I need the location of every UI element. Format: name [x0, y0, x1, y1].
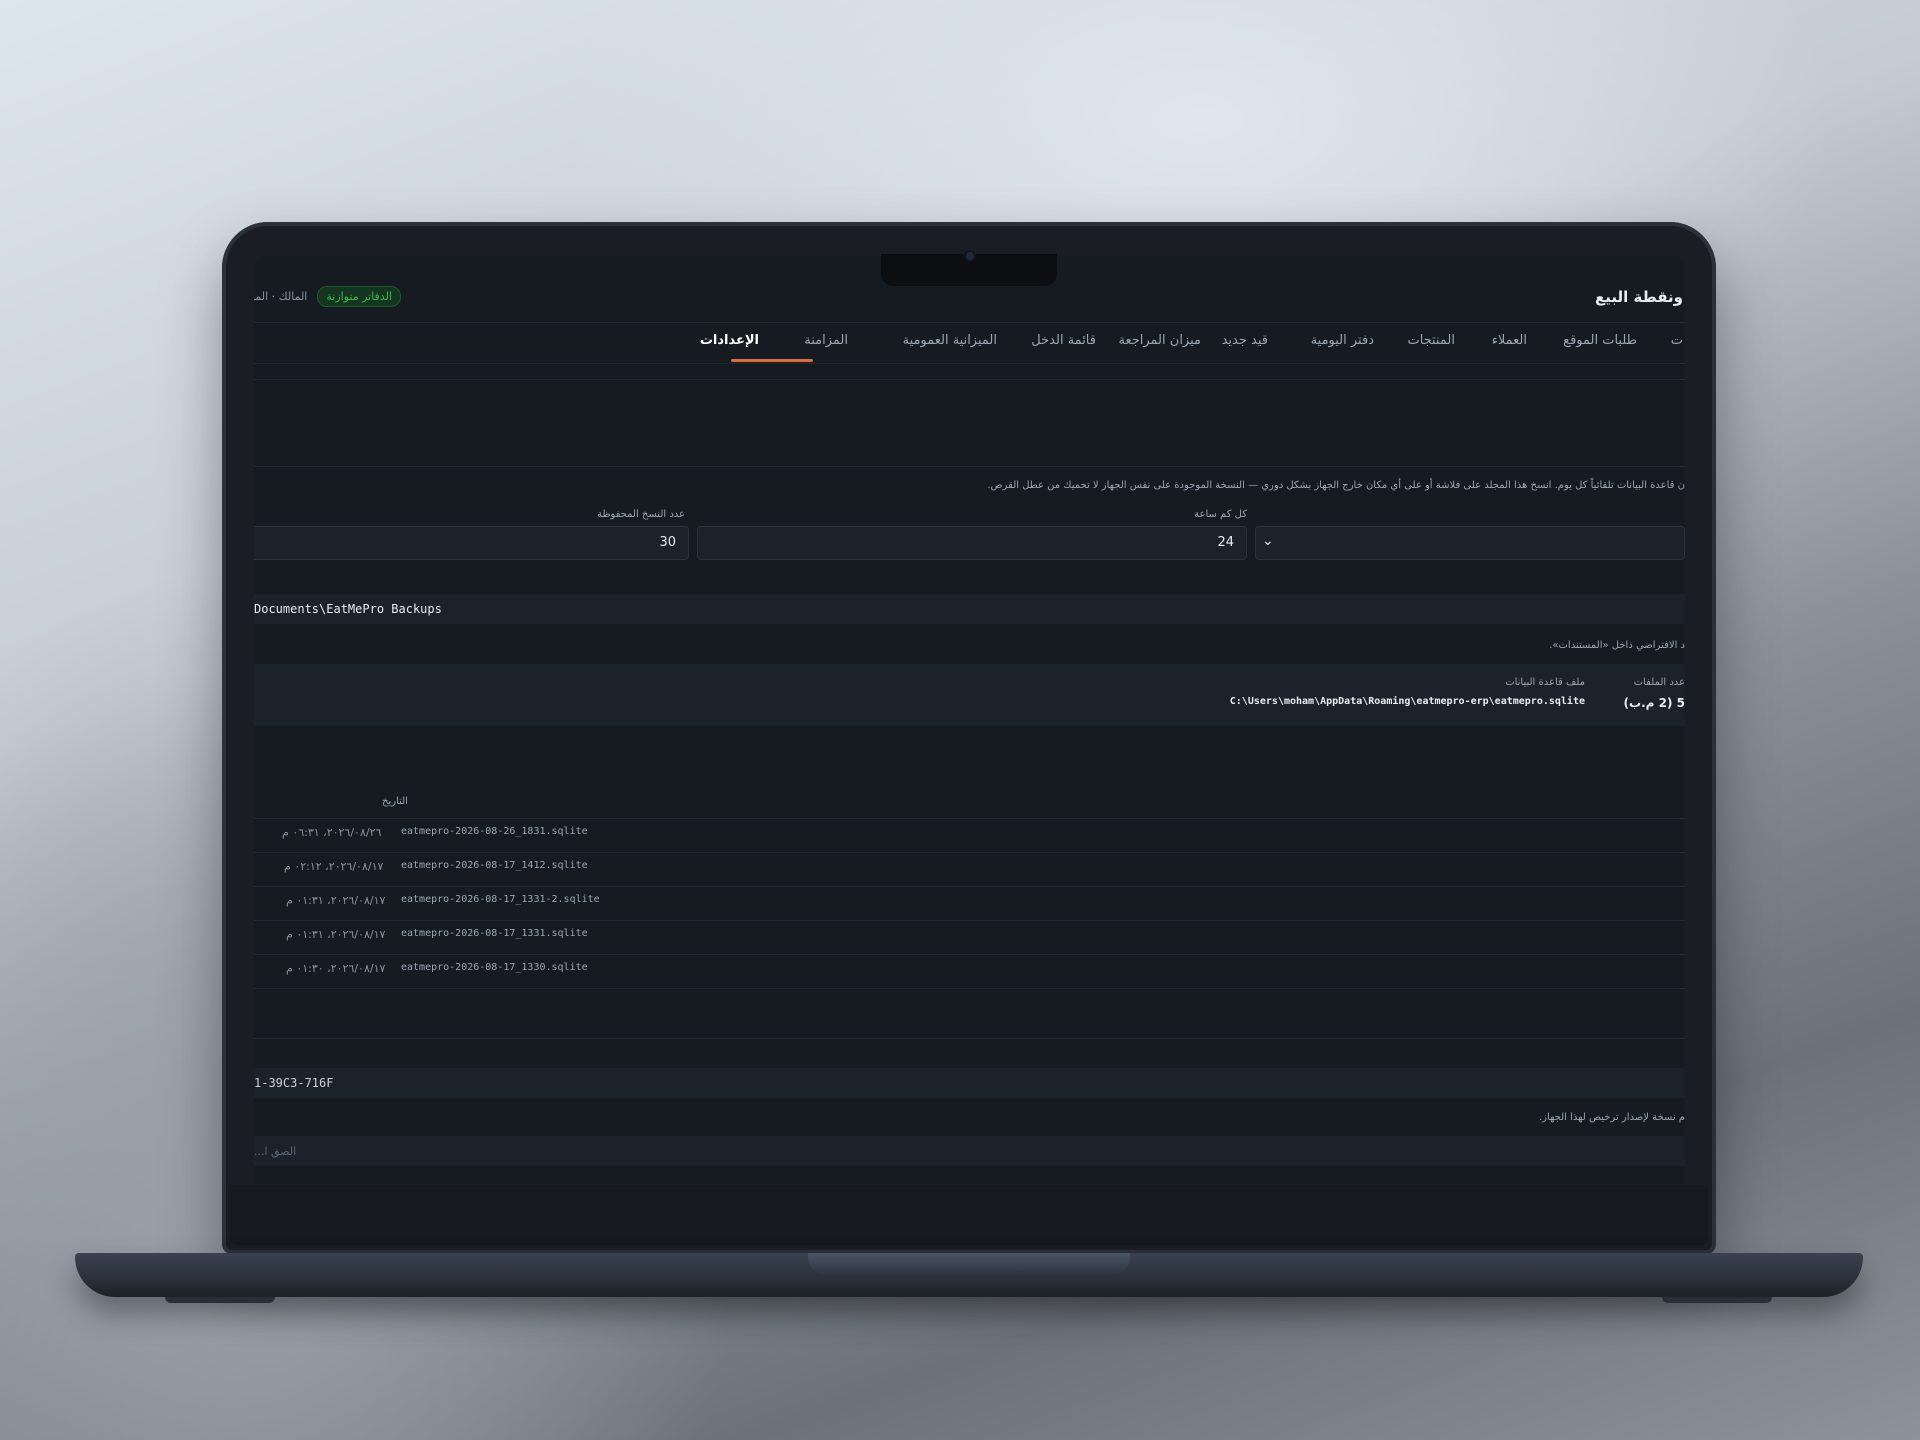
- device-id-value: 1-39C3-716F: [254, 1076, 334, 1090]
- backup-file-name[interactable]: eatmepro-2026-08-17_1330.sqlite: [401, 962, 588, 973]
- tab-balance-sheet[interactable]: الميزانية العمومية: [903, 333, 997, 348]
- backup-info-panel: عدد الملفات 5 (2 م.ب) ملف قاعدة البيانات…: [254, 664, 1685, 726]
- tab-settings[interactable]: الإعدادات: [700, 333, 759, 348]
- backup-date: ٢٠٢٦/٠٨/١٧، ٠١:٣١ م: [286, 894, 386, 907]
- ledger-status-badge: الدفاتر متوازنة: [317, 286, 401, 307]
- backup-file-name[interactable]: eatmepro-2026-08-17_1331-2.sqlite: [401, 894, 600, 905]
- files-count-value: 5 (2 م.ب): [1623, 696, 1685, 710]
- table-row-divider: [254, 920, 1685, 921]
- active-tab-indicator: [731, 359, 813, 362]
- backup-file-name[interactable]: eatmepro-2026-08-26_1831.sqlite: [401, 826, 588, 837]
- laptop-hinge-notch: [808, 1253, 1130, 1275]
- divider: [254, 379, 1685, 380]
- backup-folder-field[interactable]: Documents\EatMePro Backups: [254, 594, 1685, 624]
- app-title: ونقطة البيع: [1595, 288, 1683, 306]
- table-row-divider: [254, 954, 1685, 955]
- backup-file-name[interactable]: eatmepro-2026-08-17_1331.sqlite: [401, 928, 588, 939]
- tab-journal[interactable]: دفتر اليومية: [1311, 333, 1374, 348]
- device-id-field[interactable]: 1-39C3-716F: [254, 1068, 1685, 1098]
- files-count-label: عدد الملفات: [1633, 677, 1685, 688]
- backup-description: ن قاعدة البيانات تلقائياً كل يوم. انسخ ه…: [987, 480, 1685, 491]
- laptop-foot-right: [1662, 1297, 1772, 1303]
- tab-income-statement[interactable]: قائمة الدخل: [1031, 333, 1096, 348]
- chevron-down-icon: ⌄: [1262, 533, 1274, 549]
- backup-file-name[interactable]: eatmepro-2026-08-17_1412.sqlite: [401, 860, 588, 871]
- table-header-divider: [254, 818, 1685, 819]
- backup-date: ٢٠٢٦/٠٨/١٧، ٠٢:١٢ م: [284, 860, 384, 873]
- tab-sync[interactable]: المزامنة: [804, 333, 848, 348]
- db-file-label: ملف قاعدة البيانات: [1505, 677, 1585, 688]
- tab-customers[interactable]: العملاء: [1492, 333, 1527, 348]
- divider: [254, 466, 1685, 467]
- divider: [254, 1038, 1685, 1039]
- kept-copies-label: عدد النسخ المحفوظة: [597, 509, 685, 520]
- db-file-path: C:\Users\moham\AppData\Roaming\eatmepro-…: [1229, 696, 1585, 707]
- date-column-header: التاريخ: [382, 796, 408, 807]
- laptop-bezel: [230, 1185, 1708, 1245]
- license-key-input[interactable]: الصق ا...: [254, 1136, 1685, 1166]
- backup-folder-path: Documents\EatMePro Backups: [254, 602, 442, 616]
- table-row-divider: [254, 886, 1685, 887]
- tab-website-orders[interactable]: طلبات الموقع: [1563, 333, 1637, 348]
- backup-frequency-select[interactable]: ⌄: [1255, 526, 1685, 560]
- backup-date: ٢٠٢٦/٠٨/٢٦، ٠٦:٣١ م: [282, 826, 382, 839]
- table-row-divider: [254, 988, 1685, 989]
- kept-copies-input[interactable]: 30: [254, 526, 689, 560]
- tab-products[interactable]: المنتجات: [1407, 333, 1455, 348]
- status-area: الدفاتر متوازنة المالك · الما: [254, 286, 401, 307]
- main-tabs: ت طلبات الموقع العملاء المنتجات دفتر الي…: [254, 323, 1685, 364]
- kept-copies-value: 30: [659, 535, 676, 550]
- table-row-divider: [254, 852, 1685, 853]
- folder-hint: د الافتراضي داخل «المستندات».: [1549, 640, 1685, 651]
- every-hours-value: 24: [1217, 535, 1234, 550]
- license-key-placeholder: الصق ا...: [254, 1145, 297, 1158]
- every-hours-label: كل كم ساعة: [1194, 509, 1247, 520]
- tab-trial-balance[interactable]: ميزان المراجعة: [1118, 333, 1201, 348]
- every-hours-input[interactable]: 24: [697, 526, 1247, 560]
- backup-date: ٢٠٢٦/٠٨/١٧، ٠١:٣٠ م: [286, 962, 386, 975]
- laptop-foot-left: [165, 1297, 275, 1303]
- backup-date: ٢٠٢٦/٠٨/١٧، ٠١:٣١ م: [286, 928, 386, 941]
- camera-icon: [964, 250, 976, 262]
- tab-partial[interactable]: ت: [1671, 333, 1683, 348]
- app-screen: ونقطة البيع الدفاتر متوازنة المالك · الم…: [254, 256, 1685, 1184]
- license-hint: م نسخة لإصدار ترخيص لهذا الجهاز.: [1538, 1112, 1685, 1123]
- user-role[interactable]: المالك · الما: [254, 290, 307, 303]
- tab-new-entry[interactable]: قيد جديد: [1222, 333, 1268, 348]
